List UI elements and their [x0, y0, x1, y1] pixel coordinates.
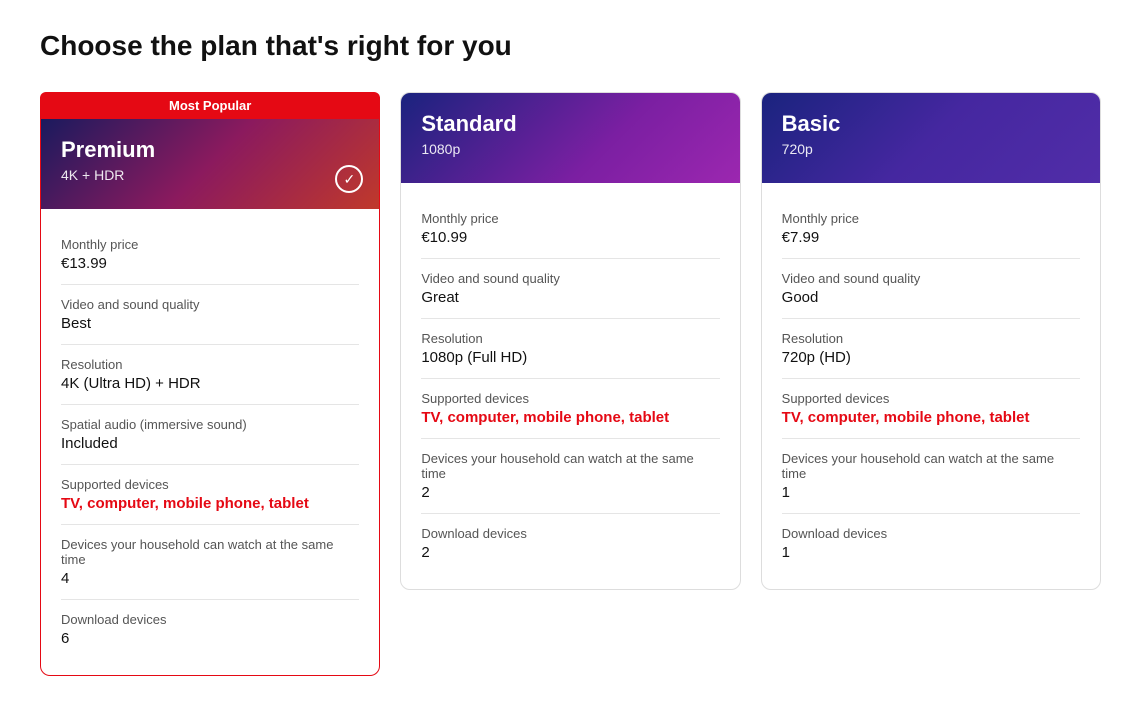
download-value-premium: 6 [61, 630, 359, 647]
devices-value-standard: TV, computer, mobile phone, tablet [421, 409, 719, 426]
plans-container: Most Popular Premium 4K + HDR ✓ Monthly … [40, 92, 1101, 676]
resolution-value-standard: 1080p (Full HD) [421, 349, 719, 366]
price-label-basic: Monthly price [782, 211, 1080, 226]
quality-label-premium: Video and sound quality [61, 297, 359, 312]
plan-body-basic: Monthly price €7.99 Video and sound qual… [762, 183, 1100, 589]
price-value-premium: €13.99 [61, 255, 359, 272]
devices-value-basic: TV, computer, mobile phone, tablet [782, 409, 1080, 426]
plan-card-basic[interactable]: Basic 720p Monthly price €7.99 Video and… [761, 92, 1101, 590]
devices-row-premium: Supported devices TV, computer, mobile p… [61, 465, 359, 525]
quality-row-standard: Video and sound quality Great [421, 259, 719, 319]
quality-value-premium: Best [61, 315, 359, 332]
check-icon-premium: ✓ [335, 165, 363, 193]
price-row-basic: Monthly price €7.99 [782, 199, 1080, 259]
plan-name-basic: Basic [782, 111, 1080, 137]
devices-value-premium: TV, computer, mobile phone, tablet [61, 495, 359, 512]
resolution-label-basic: Resolution [782, 331, 1080, 346]
simultaneous-label-premium: Devices your household can watch at the … [61, 537, 359, 567]
simultaneous-value-basic: 1 [782, 484, 1080, 501]
plan-name-standard: Standard [421, 111, 719, 137]
plan-resolution-standard: 1080p [421, 141, 719, 157]
quality-value-standard: Great [421, 289, 719, 306]
quality-row-premium: Video and sound quality Best [61, 285, 359, 345]
download-value-basic: 1 [782, 544, 1080, 561]
simultaneous-value-standard: 2 [421, 484, 719, 501]
plan-card-standard[interactable]: Standard 1080p Monthly price €10.99 Vide… [400, 92, 740, 590]
plan-header-standard: Standard 1080p [401, 93, 739, 183]
download-label-basic: Download devices [782, 526, 1080, 541]
plan-card-premium[interactable]: Premium 4K + HDR ✓ Monthly price €13.99 … [40, 119, 380, 676]
quality-value-basic: Good [782, 289, 1080, 306]
spatial-audio-row-premium: Spatial audio (immersive sound) Included [61, 405, 359, 465]
download-value-standard: 2 [421, 544, 719, 561]
price-value-standard: €10.99 [421, 229, 719, 246]
devices-row-standard: Supported devices TV, computer, mobile p… [421, 379, 719, 439]
devices-label-basic: Supported devices [782, 391, 1080, 406]
plan-header-premium: Premium 4K + HDR ✓ [41, 119, 379, 209]
resolution-row-basic: Resolution 720p (HD) [782, 319, 1080, 379]
resolution-row-premium: Resolution 4K (Ultra HD) + HDR [61, 345, 359, 405]
download-label-premium: Download devices [61, 612, 359, 627]
page-title: Choose the plan that's right for you [40, 30, 1101, 62]
download-row-basic: Download devices 1 [782, 514, 1080, 573]
plan-body-standard: Monthly price €10.99 Video and sound qua… [401, 183, 739, 589]
simultaneous-row-premium: Devices your household can watch at the … [61, 525, 359, 600]
simultaneous-row-basic: Devices your household can watch at the … [782, 439, 1080, 514]
plan-wrapper-standard: Standard 1080p Monthly price €10.99 Vide… [400, 92, 740, 590]
download-row-premium: Download devices 6 [61, 600, 359, 659]
download-label-standard: Download devices [421, 526, 719, 541]
plan-wrapper-premium: Most Popular Premium 4K + HDR ✓ Monthly … [40, 92, 380, 676]
plan-name-premium: Premium [61, 137, 359, 163]
spatial-audio-label-premium: Spatial audio (immersive sound) [61, 417, 359, 432]
devices-label-premium: Supported devices [61, 477, 359, 492]
plan-resolution-basic: 720p [782, 141, 1080, 157]
resolution-value-basic: 720p (HD) [782, 349, 1080, 366]
price-row-standard: Monthly price €10.99 [421, 199, 719, 259]
price-row-premium: Monthly price €13.99 [61, 225, 359, 285]
resolution-row-standard: Resolution 1080p (Full HD) [421, 319, 719, 379]
download-row-standard: Download devices 2 [421, 514, 719, 573]
quality-row-basic: Video and sound quality Good [782, 259, 1080, 319]
simultaneous-value-premium: 4 [61, 570, 359, 587]
price-label-standard: Monthly price [421, 211, 719, 226]
spatial-audio-value-premium: Included [61, 435, 359, 452]
simultaneous-label-basic: Devices your household can watch at the … [782, 451, 1080, 481]
most-popular-badge: Most Popular [40, 92, 380, 119]
plan-header-basic: Basic 720p [762, 93, 1100, 183]
resolution-label-premium: Resolution [61, 357, 359, 372]
devices-label-standard: Supported devices [421, 391, 719, 406]
quality-label-basic: Video and sound quality [782, 271, 1080, 286]
resolution-label-standard: Resolution [421, 331, 719, 346]
plan-resolution-premium: 4K + HDR [61, 167, 359, 183]
plan-wrapper-basic: Basic 720p Monthly price €7.99 Video and… [761, 92, 1101, 590]
price-value-basic: €7.99 [782, 229, 1080, 246]
quality-label-standard: Video and sound quality [421, 271, 719, 286]
resolution-value-premium: 4K (Ultra HD) + HDR [61, 375, 359, 392]
price-label-premium: Monthly price [61, 237, 359, 252]
simultaneous-label-standard: Devices your household can watch at the … [421, 451, 719, 481]
simultaneous-row-standard: Devices your household can watch at the … [421, 439, 719, 514]
devices-row-basic: Supported devices TV, computer, mobile p… [782, 379, 1080, 439]
plan-body-premium: Monthly price €13.99 Video and sound qua… [41, 209, 379, 675]
